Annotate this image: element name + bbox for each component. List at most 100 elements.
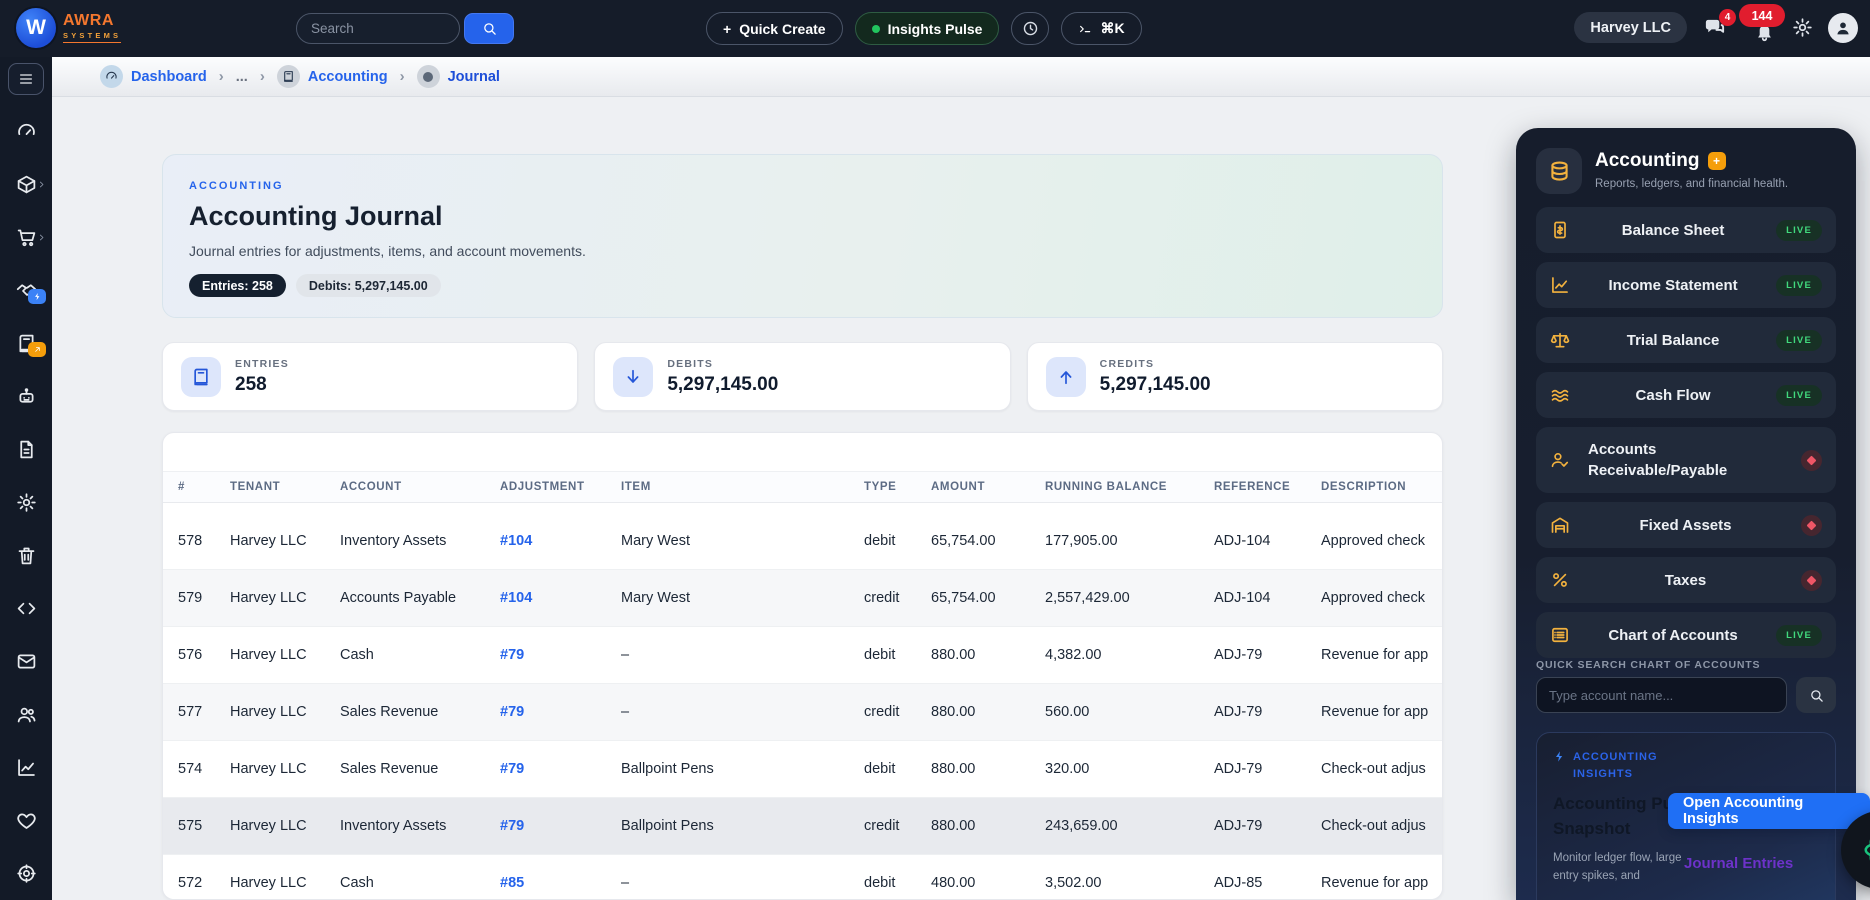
adjustment-link[interactable]: #79 xyxy=(500,704,621,720)
panel-title: Accounting xyxy=(1595,150,1700,172)
account-search-input[interactable] xyxy=(1536,677,1787,713)
sidebar-item-automation[interactable] xyxy=(0,386,52,407)
adjustment-link[interactable]: #79 xyxy=(500,647,621,663)
percent-icon xyxy=(1550,570,1570,590)
panel-item-fixed-assets[interactable]: Fixed Assets xyxy=(1536,502,1836,548)
brand-name: AWRA xyxy=(63,13,121,29)
insights-pulse-button[interactable]: Insights Pulse xyxy=(855,12,1000,45)
table-cell: Revenue for app xyxy=(1321,647,1442,663)
sidebar-item-trash[interactable] xyxy=(0,545,52,566)
sidebar-item-health[interactable] xyxy=(0,810,52,831)
breadcrumb-ellipsis[interactable]: ... xyxy=(236,69,248,85)
accounting-panel: Accounting + Reports, ledgers, and finan… xyxy=(1516,128,1856,900)
menu-toggle-button[interactable] xyxy=(8,63,44,95)
adjustment-link[interactable]: #104 xyxy=(500,533,621,549)
history-button[interactable] xyxy=(1011,12,1049,45)
table-body: 578Harvey LLCInventory Assets#104Mary We… xyxy=(163,513,1442,900)
breadcrumb-journal: Journal xyxy=(417,65,500,88)
chat-badge: 4 xyxy=(1719,9,1736,26)
chat-button[interactable]: 4 xyxy=(1702,16,1726,39)
table-cell: Check-out adjus xyxy=(1321,818,1442,834)
sidebar-item-settings[interactable] xyxy=(0,492,52,513)
table-row[interactable]: 578Harvey LLCInventory Assets#104Mary We… xyxy=(163,513,1442,570)
sidebar-item-inventory[interactable] xyxy=(0,174,52,195)
table-cell: 578 xyxy=(178,533,230,549)
notifications-button[interactable]: 144 xyxy=(1751,13,1777,42)
panel-item-chart-of-accounts[interactable]: Chart of AccountsLIVE xyxy=(1536,612,1836,658)
panel-item-balance-sheet[interactable]: Balance SheetLIVE xyxy=(1536,207,1836,253)
table-cell: 2,557,429.00 xyxy=(1045,590,1214,606)
table-cell: debit xyxy=(864,533,931,549)
stat-value: 258 xyxy=(235,374,289,396)
search-input[interactable] xyxy=(296,13,460,44)
panel-item-trial-balance[interactable]: Trial BalanceLIVE xyxy=(1536,317,1836,363)
breadcrumb-accounting[interactable]: Accounting xyxy=(277,65,388,88)
table-cell: credit xyxy=(864,590,931,606)
brand-logo[interactable]: W AWRA SYSTEMS xyxy=(16,8,121,48)
adjustment-link[interactable]: #85 xyxy=(500,875,621,891)
page-header-card: ACCOUNTING Accounting Journal Journal en… xyxy=(162,154,1443,318)
panel-item-label: Balance Sheet xyxy=(1580,220,1766,241)
settings-button[interactable] xyxy=(1792,17,1813,38)
sidebar-item-sales[interactable] xyxy=(0,227,52,248)
table-cell: 320.00 xyxy=(1045,761,1214,777)
adjustment-link[interactable]: #79 xyxy=(500,818,621,834)
adjustment-link[interactable]: #79 xyxy=(500,761,621,777)
panel-item-taxes[interactable]: Taxes xyxy=(1536,557,1836,603)
panel-item-accounts-receivable-payable[interactable]: Accounts Receivable/Payable xyxy=(1536,427,1836,493)
table-cell: – xyxy=(621,875,864,891)
adjustment-link[interactable]: #104 xyxy=(500,590,621,606)
table-cell: Revenue for app xyxy=(1321,704,1442,720)
chevron-right-icon xyxy=(37,180,46,189)
book-icon xyxy=(277,65,300,88)
tenant-chip[interactable]: Harvey LLC xyxy=(1574,12,1687,43)
table-cell: 65,754.00 xyxy=(931,590,1045,606)
sidebar-item-analytics[interactable] xyxy=(0,757,52,778)
table-cell: ADJ-79 xyxy=(1214,761,1321,777)
panel-item-cash-flow[interactable]: Cash FlowLIVE xyxy=(1536,372,1836,418)
stat-value: 5,297,145.00 xyxy=(1100,374,1211,396)
table-row[interactable]: 572Harvey LLCCash#85–debit480.003,502.00… xyxy=(163,855,1442,900)
table-cell: – xyxy=(621,647,864,663)
app-root: W AWRA SYSTEMS + Quick Create Insights P… xyxy=(0,0,1870,900)
quick-create-button[interactable]: + Quick Create xyxy=(706,12,843,45)
search-icon xyxy=(1809,688,1824,703)
panel-item-income-statement[interactable]: Income StatementLIVE xyxy=(1536,262,1836,308)
page-title: Accounting Journal xyxy=(189,201,1416,232)
column-header: TYPE xyxy=(864,481,931,493)
table-cell: credit xyxy=(864,704,931,720)
search-button[interactable] xyxy=(464,13,514,44)
sidebar-item-mail[interactable] xyxy=(0,651,52,672)
table-row[interactable]: 575Harvey LLCInventory Assets#79Ballpoin… xyxy=(163,798,1442,855)
table-row[interactable]: 574Harvey LLCSales Revenue#79Ballpoint P… xyxy=(163,741,1442,798)
sidebar-item-team[interactable] xyxy=(0,704,52,725)
sidebar-item-accounting[interactable] xyxy=(0,333,52,354)
table-cell: 880.00 xyxy=(931,818,1045,834)
panel-item-label: Trial Balance xyxy=(1580,330,1766,351)
breadcrumb-dashboard[interactable]: Dashboard xyxy=(100,65,207,88)
open-insights-button[interactable]: Open Accounting Insights xyxy=(1668,793,1870,829)
table-cell: debit xyxy=(864,875,931,891)
topbar-right: Harvey LLC 4 144 xyxy=(1574,12,1858,43)
account-button[interactable] xyxy=(1828,13,1858,43)
sidebar-item-developer[interactable] xyxy=(0,598,52,619)
trash-icon xyxy=(16,545,37,566)
table-cell: Cash xyxy=(340,647,500,663)
account-search-button[interactable] xyxy=(1796,677,1836,713)
table-row[interactable]: 577Harvey LLCSales Revenue#79–credit880.… xyxy=(163,684,1442,741)
journal-entries-link[interactable]: Journal Entries xyxy=(1684,855,1793,872)
table-row[interactable]: 576Harvey LLCCash#79–debit880.004,382.00… xyxy=(163,627,1442,684)
scales-icon xyxy=(1550,330,1570,350)
gear-icon xyxy=(1792,17,1813,38)
sidebar-item-partners[interactable] xyxy=(0,280,52,301)
column-header: DESCRIPTION xyxy=(1321,481,1442,493)
table-cell: debit xyxy=(864,761,931,777)
sidebar-item-goals[interactable] xyxy=(0,863,52,884)
chart-icon xyxy=(1550,275,1570,295)
command-palette-button[interactable]: ⌘K xyxy=(1061,12,1141,45)
sidebar-item-dashboard[interactable] xyxy=(0,121,52,142)
sidebar-item-documents[interactable] xyxy=(0,439,52,460)
gauge-icon xyxy=(100,65,123,88)
table-row[interactable]: 579Harvey LLCAccounts Payable#104Mary We… xyxy=(163,570,1442,627)
brand-monogram: W xyxy=(16,8,56,48)
